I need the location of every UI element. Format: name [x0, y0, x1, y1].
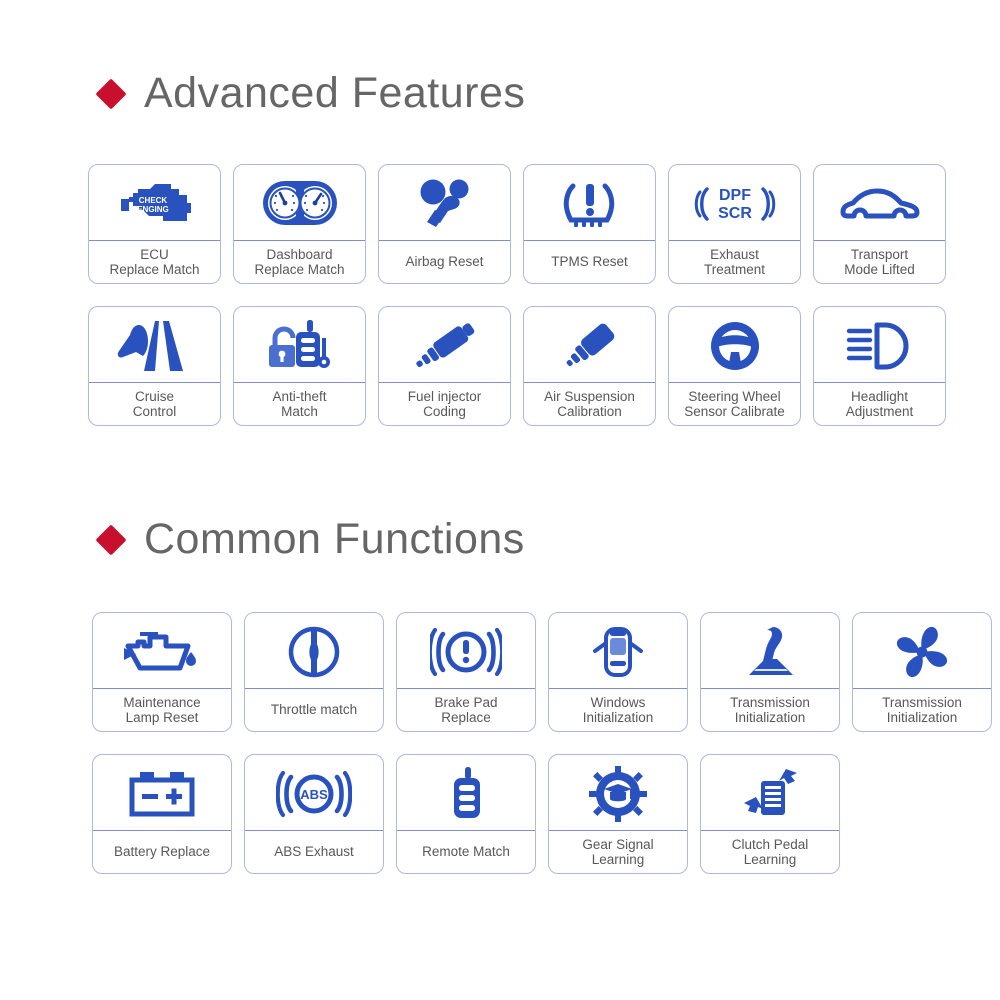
- function-card-label: Maintenance Lamp Reset: [123, 694, 201, 725]
- red-diamond-bullet-icon: [95, 77, 127, 110]
- feature-card-label: Airbag Reset: [405, 254, 484, 270]
- car-top-window-icon: [549, 613, 687, 689]
- function-card-label: Remote Match: [422, 844, 510, 860]
- fuel-injector-icon: [379, 307, 510, 383]
- function-card-label: Gear Signal Learning: [582, 836, 654, 867]
- svg-text:DPF: DPF: [719, 187, 751, 204]
- headlight-icon: [814, 307, 945, 383]
- clutch-pedal-icon: [701, 755, 839, 831]
- section-heading-common-functions: Common Functions: [95, 515, 525, 563]
- brake-pad-icon: [397, 613, 535, 689]
- function-card-abs-exhaust[interactable]: ABS ABS Exhaust: [244, 754, 384, 874]
- function-card-transmission-initialization-shifter[interactable]: Transmission Initialization: [700, 612, 840, 732]
- feature-card-airbag-reset[interactable]: Airbag Reset: [378, 164, 511, 284]
- feature-card-label: ECU Replace Match: [109, 246, 200, 277]
- advanced-features-page: Advanced Features CHECK ENGING ECU Replac…: [0, 0, 1000, 1000]
- tire-pressure-icon: [524, 165, 655, 241]
- feature-card-label: Air Suspension Calibration: [544, 388, 635, 419]
- common-functions-grid: Maintenance Lamp Reset Throttle match Br…: [92, 612, 992, 874]
- feature-card-transport-mode-lifted[interactable]: Transport Mode Lifted: [813, 164, 946, 284]
- function-card-label: Battery Replace: [113, 844, 211, 860]
- air-suspension-icon: [524, 307, 655, 383]
- feature-card-label: Fuel injector Coding: [407, 388, 482, 419]
- feature-card-ecu-replace-match[interactable]: CHECK ENGING ECU Replace Match: [88, 164, 221, 284]
- feature-card-label: Transport Mode Lifted: [844, 246, 915, 277]
- feature-card-fuel-injector-coding[interactable]: Fuel injector Coding: [378, 306, 511, 426]
- feature-card-label: Steering Wheel Sensor Calibrate: [684, 388, 785, 419]
- remote-key-icon: [397, 755, 535, 831]
- throttle-icon: [245, 613, 383, 689]
- feature-card-label: Headlight Adjustment: [845, 388, 914, 419]
- advanced-features-grid: CHECK ENGING ECU Replace Match Dashboard…: [88, 164, 946, 426]
- function-card-clutch-pedal-learning[interactable]: Clutch Pedal Learning: [700, 754, 840, 874]
- function-card-throttle-match[interactable]: Throttle match: [244, 612, 384, 732]
- check-engine-icon: CHECK ENGING: [89, 165, 220, 241]
- section-heading-advanced-features: Advanced Features: [95, 69, 526, 117]
- airbag-icon: [379, 165, 510, 241]
- function-card-transmission-initialization-fan[interactable]: Transmission Initialization: [852, 612, 992, 732]
- function-card-label: Transmission Initialization: [882, 694, 962, 725]
- card-row: Maintenance Lamp Reset Throttle match Br…: [92, 612, 992, 732]
- section-title: Advanced Features: [144, 69, 526, 117]
- svg-text:ENGING: ENGING: [137, 205, 169, 214]
- battery-icon: [93, 755, 231, 831]
- function-card-label: Brake Pad Replace: [434, 694, 498, 725]
- feature-card-headlight-adjustment[interactable]: Headlight Adjustment: [813, 306, 946, 426]
- feature-card-anti-theft-match[interactable]: Anti-theft Match: [233, 306, 366, 426]
- card-row: Cruise Control Anti-theft Match Fuel inj…: [88, 306, 946, 426]
- feature-card-label: Dashboard Replace Match: [254, 246, 345, 277]
- function-card-label: Clutch Pedal Learning: [731, 836, 809, 867]
- function-card-windows-initialization[interactable]: Windows Initialization: [548, 612, 688, 732]
- svg-text:ABS: ABS: [300, 787, 328, 802]
- feature-card-dashboard-replace-match[interactable]: Dashboard Replace Match: [233, 164, 366, 284]
- function-card-brake-pad-replace[interactable]: Brake Pad Replace: [396, 612, 536, 732]
- car-side-icon: [814, 165, 945, 241]
- function-card-label: Transmission Initialization: [730, 694, 810, 725]
- abs-icon: ABS: [245, 755, 383, 831]
- steering-wheel-icon: [669, 307, 800, 383]
- feature-card-label: Cruise Control: [132, 388, 177, 419]
- road-cruise-icon: [89, 307, 220, 383]
- svg-text:CHECK: CHECK: [138, 196, 167, 205]
- lock-key-remote-icon: [234, 307, 365, 383]
- feature-card-air-suspension-calibration[interactable]: Air Suspension Calibration: [523, 306, 656, 426]
- dpf-scr-icon: DPF SCR: [669, 165, 800, 241]
- dashboard-gauges-icon: [234, 165, 365, 241]
- function-card-label: ABS Exhaust: [274, 844, 354, 860]
- gear-graduation-icon: [549, 755, 687, 831]
- gear-shifter-icon: [701, 613, 839, 689]
- svg-text:SCR: SCR: [718, 205, 752, 222]
- feature-card-steering-wheel-sensor-calibrate[interactable]: Steering Wheel Sensor Calibrate: [668, 306, 801, 426]
- function-card-label: Windows Initialization: [582, 694, 654, 725]
- feature-card-tpms-reset[interactable]: TPMS Reset: [523, 164, 656, 284]
- feature-card-label: TPMS Reset: [551, 254, 628, 270]
- feature-card-exhaust-treatment[interactable]: DPF SCR Exhaust Treatment: [668, 164, 801, 284]
- card-row: Battery Replace ABS ABS Exhaust Remote M…: [92, 754, 992, 874]
- red-diamond-bullet-icon: [95, 523, 127, 556]
- feature-card-cruise-control[interactable]: Cruise Control: [88, 306, 221, 426]
- function-card-battery-replace[interactable]: Battery Replace: [92, 754, 232, 874]
- feature-card-label: Anti-theft Match: [272, 388, 327, 419]
- function-card-maintenance-lamp-reset[interactable]: Maintenance Lamp Reset: [92, 612, 232, 732]
- card-row: CHECK ENGING ECU Replace Match Dashboard…: [88, 164, 946, 284]
- feature-card-label: Exhaust Treatment: [703, 246, 766, 277]
- section-title: Common Functions: [144, 515, 525, 563]
- fan-icon: [853, 613, 991, 689]
- function-card-gear-signal-learning[interactable]: Gear Signal Learning: [548, 754, 688, 874]
- function-card-remote-match[interactable]: Remote Match: [396, 754, 536, 874]
- oil-can-icon: [93, 613, 231, 689]
- function-card-label: Throttle match: [270, 702, 358, 718]
